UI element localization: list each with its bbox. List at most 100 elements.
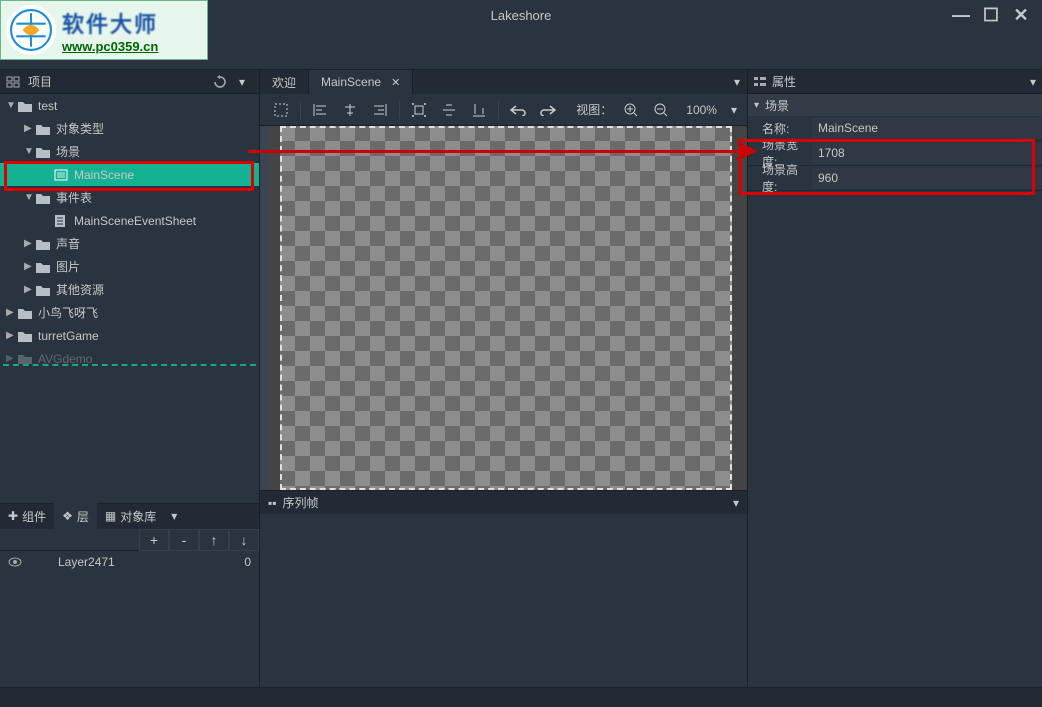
properties-icon xyxy=(754,76,766,88)
visibility-icon[interactable] xyxy=(8,557,28,567)
tree-item--[interactable]: ▶图片 xyxy=(0,255,259,278)
canvas[interactable] xyxy=(260,126,747,490)
puzzle-icon: ✚ xyxy=(8,509,18,523)
zoom-out-icon[interactable] xyxy=(650,99,672,121)
project-tree[interactable]: ▼test▶对象类型▼场景MainScene▼事件表MainSceneEvent… xyxy=(0,94,259,364)
project-icon xyxy=(6,75,22,89)
redo-icon[interactable] xyxy=(537,99,559,121)
align-center-h-icon[interactable] xyxy=(339,99,361,121)
folder-icon xyxy=(36,123,52,135)
expand-arrow-icon[interactable]: ▶ xyxy=(6,353,18,364)
tree-item-label: 场景 xyxy=(56,143,80,160)
folder-icon xyxy=(18,353,34,365)
panel-menu-button[interactable]: ▾ xyxy=(231,72,253,92)
tab-components-label: 组件 xyxy=(22,508,46,525)
tab-mainscene[interactable]: MainScene ✕ xyxy=(309,70,413,94)
folder-icon xyxy=(36,192,52,204)
folder-icon xyxy=(36,261,52,273)
tab-layers[interactable]: ❖ 层 xyxy=(54,503,97,529)
tree-item--[interactable]: ▶ 小鸟飞呀飞 xyxy=(0,301,259,324)
zoom-dropdown-icon[interactable]: ▾ xyxy=(731,103,737,117)
layer-list[interactable]: Layer2471 0 xyxy=(0,551,259,688)
tab-objects-label: 对象库 xyxy=(120,508,156,525)
align-top-icon[interactable] xyxy=(408,99,430,121)
align-middle-icon[interactable] xyxy=(438,99,460,121)
close-tab-icon[interactable]: ✕ xyxy=(391,76,400,89)
zoom-in-icon[interactable] xyxy=(620,99,642,121)
properties-section-label: 场景 xyxy=(765,97,789,114)
tree-item-mainsceneeventsheet[interactable]: MainSceneEventSheet xyxy=(0,209,259,232)
tree-item--[interactable]: ▶其他资源 xyxy=(0,278,259,301)
properties-section-header[interactable]: ▾ 场景 xyxy=(748,94,1042,116)
tree-item-label: 小鸟飞呀飞 xyxy=(38,304,98,321)
logo-title: 软件大师 xyxy=(62,7,158,39)
tab-components[interactable]: ✚ 组件 xyxy=(0,503,54,529)
expand-arrow-icon[interactable]: ▼ xyxy=(24,146,36,157)
expand-arrow-icon[interactable]: ▶ xyxy=(6,330,18,341)
annotation-arrow-line xyxy=(248,150,748,153)
tree-item-label: turretGame xyxy=(38,329,99,343)
annotation-arrow-head-icon xyxy=(736,138,762,164)
maximize-button[interactable]: ☐ xyxy=(976,3,1006,27)
zoom-value[interactable]: 100% xyxy=(680,103,723,117)
align-bottom-icon[interactable] xyxy=(468,99,490,121)
properties-panel-title: 属性 xyxy=(772,73,796,90)
center-panel: 欢迎 MainScene ✕ ▾ 视图： 10 xyxy=(260,70,748,687)
select-tool-icon[interactable] xyxy=(270,99,292,121)
expand-arrow-icon[interactable]: ▶ xyxy=(24,284,36,295)
tree-item-label: test xyxy=(38,99,57,113)
objects-icon: ▦ xyxy=(105,509,116,523)
expand-arrow-icon[interactable]: ▶ xyxy=(6,307,18,318)
prop-name-key: 名称: xyxy=(748,120,812,137)
expand-arrow-icon[interactable]: ▼ xyxy=(24,192,36,203)
ruler xyxy=(260,126,268,490)
minimize-button[interactable]: — xyxy=(946,3,976,27)
align-left-icon[interactable] xyxy=(309,99,331,121)
sequence-panel-body xyxy=(260,514,747,687)
expand-arrow-icon[interactable]: ▼ xyxy=(6,100,18,111)
left-tabs-menu[interactable]: ▾ xyxy=(164,509,184,523)
layer-up-button[interactable]: ↑ xyxy=(199,529,229,551)
tree-item--[interactable]: ▼ 场景 xyxy=(0,140,259,163)
project-panel-header: 项目 ▾ xyxy=(0,70,259,94)
tabs-menu[interactable]: ▾ xyxy=(727,75,747,89)
tree-item-label: 事件表 xyxy=(56,189,92,206)
align-right-icon[interactable] xyxy=(369,99,391,121)
logo-overlay: 软件大师 www.pc0359.cn xyxy=(0,0,208,60)
tab-objects[interactable]: ▦ 对象库 xyxy=(97,503,164,529)
prop-name-value[interactable]: MainScene xyxy=(812,118,1042,139)
logo-icon xyxy=(6,5,56,55)
editor-tabs: 欢迎 MainScene ✕ ▾ xyxy=(260,70,747,94)
folder-icon xyxy=(18,100,34,112)
layer-down-button[interactable]: ↓ xyxy=(229,529,259,551)
undo-icon[interactable] xyxy=(507,99,529,121)
expand-arrow-icon[interactable]: ▶ xyxy=(24,123,36,134)
sequence-title: 序列帧 xyxy=(283,494,319,511)
tree-item--[interactable]: ▶ 对象类型 xyxy=(0,117,259,140)
properties-menu[interactable]: ▾ xyxy=(1030,75,1036,89)
folder-icon xyxy=(36,284,52,296)
canvas-toolbar: 视图： 100% ▾ xyxy=(260,94,747,126)
tab-welcome[interactable]: 欢迎 xyxy=(260,70,309,94)
sheet-icon xyxy=(54,215,70,227)
tree-item-test[interactable]: ▼ test xyxy=(0,94,259,117)
tree-item--[interactable]: ▶声音 xyxy=(0,232,259,255)
tree-item-turretgame[interactable]: ▶ turretGame xyxy=(0,324,259,347)
remove-layer-button[interactable]: - xyxy=(169,529,199,551)
expand-arrow-icon[interactable]: ▶ xyxy=(24,238,36,249)
add-layer-button[interactable]: + xyxy=(139,529,169,551)
layer-row[interactable]: Layer2471 0 xyxy=(0,551,259,573)
close-button[interactable]: ✕ xyxy=(1006,3,1036,27)
properties-body: ▾ 场景 名称: MainScene 场景宽度: 1708 场景高度: 960 xyxy=(748,94,1042,191)
app-title: Lakeshore xyxy=(491,8,552,23)
left-panel: 项目 ▾ ▼test▶对象类型▼场景MainScene▼事件表MainScene… xyxy=(0,70,260,687)
properties-panel-header: 属性 ▾ xyxy=(748,70,1042,94)
tree-item-label: 对象类型 xyxy=(56,120,104,137)
folder-icon xyxy=(18,330,34,342)
canvas-checker xyxy=(280,126,732,490)
expand-arrow-icon[interactable]: ▶ xyxy=(24,261,36,272)
refresh-button[interactable] xyxy=(209,72,231,92)
sequence-menu[interactable]: ▾ xyxy=(733,496,739,510)
view-label: 视图： xyxy=(576,101,612,118)
tree-item-avgdemo[interactable]: ▶AVGdemo xyxy=(0,347,259,364)
